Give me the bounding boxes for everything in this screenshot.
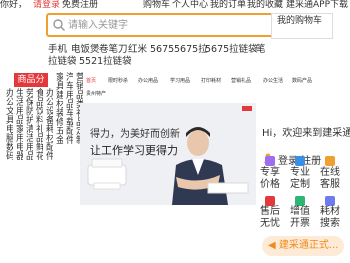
hot-keyword[interactable]: 手机: [48, 44, 67, 56]
hot-keyword[interactable]: 5521拉链袋: [79, 56, 132, 68]
orders-link[interactable]: 我的订单: [210, 0, 246, 11]
service-exclusive-price[interactable]: 专享价格: [259, 167, 281, 191]
service-after-sale[interactable]: 售后无忧: [259, 206, 281, 230]
user-center-link[interactable]: 个人中心: [172, 0, 208, 11]
my-cart-button[interactable]: 我的购物车: [271, 13, 333, 39]
cart-link[interactable]: 购物车: [143, 0, 170, 11]
tab-home[interactable]: 首页: [86, 78, 96, 85]
tab-office[interactable]: 办公用品: [138, 78, 158, 85]
category-item[interactable]: 劳保防护清洁用品: [24, 88, 33, 198]
service-icon: [325, 156, 335, 166]
login-link[interactable]: 请登录: [33, 0, 60, 11]
service-online-support[interactable]: 在线客服: [319, 167, 341, 191]
aftersale-icon: [265, 196, 275, 206]
tab-office-life[interactable]: 办公生活: [263, 78, 283, 85]
search-box: [46, 13, 288, 37]
hot-keyword[interactable]: 5675拉链袋: [205, 44, 258, 56]
announcement-text: 建采通正式...: [278, 240, 339, 251]
hot-keyword[interactable]: 笔: [256, 44, 266, 56]
category-item[interactable]: 生活用品家用电器: [14, 88, 23, 198]
hot-keyword[interactable]: 红米: [128, 44, 147, 56]
invoice-icon: [295, 196, 305, 206]
announcement-button[interactable]: ◀ 建采通正式...: [262, 236, 344, 256]
tab-printing[interactable]: 打印耗材: [201, 78, 221, 85]
tab-digital[interactable]: 数码产品: [292, 78, 312, 85]
category-item[interactable]: 家具建材装修五金: [54, 72, 63, 182]
service-invoice[interactable]: 增值开票: [289, 206, 311, 230]
search-input[interactable]: [68, 17, 283, 33]
custom-icon: [295, 156, 305, 166]
service-consumable-search[interactable]: 耗材搜索: [319, 206, 341, 230]
tab-study[interactable]: 学习用品: [170, 78, 190, 85]
category-item[interactable]: 食品饮料礼品鲜花: [34, 88, 43, 198]
hot-keyword[interactable]: 5675拉: [174, 44, 208, 56]
search-icon[interactable]: [52, 18, 66, 32]
category-item[interactable]: 汽车用品车载配件: [64, 72, 73, 182]
printer-icon: [87, 158, 127, 190]
hot-keyword[interactable]: 电饭煲: [71, 44, 100, 56]
banner-subtitle: 让工作学习更得力: [90, 144, 178, 157]
service-custom[interactable]: 专业定制: [289, 167, 311, 191]
tab-flash-sale[interactable]: 限时秒杀: [108, 78, 128, 85]
category-item[interactable]: 办公设备耗材配件: [44, 88, 53, 198]
greeting-text: 你好，: [0, 0, 28, 10]
price-icon: [265, 156, 275, 166]
hot-keyword[interactable]: 拉链袋: [48, 56, 77, 68]
welcome-text: Hi，欢迎来到建采通~: [262, 128, 350, 139]
banner-title: 得力，为美好而创新: [90, 129, 180, 140]
favorites-link[interactable]: 我的收藏: [247, 0, 283, 11]
category-item[interactable]: 办公文具电脑数码: [4, 88, 13, 198]
tab-guizhou[interactable]: 贵州特产: [86, 91, 106, 98]
app-download-link[interactable]: 建采通APP下载: [286, 0, 348, 11]
deli-logo: [242, 106, 252, 111]
announcement-icon: ◀: [268, 240, 276, 251]
hot-keyword[interactable]: 5675: [150, 44, 174, 56]
consumable-icon: [325, 196, 335, 206]
category-header: 商品分类: [14, 73, 48, 99]
register-link[interactable]: 免费注册: [62, 0, 98, 11]
hot-keyword[interactable]: 卷笔刀: [99, 44, 128, 56]
tab-gifts[interactable]: 营销礼品: [231, 78, 251, 85]
